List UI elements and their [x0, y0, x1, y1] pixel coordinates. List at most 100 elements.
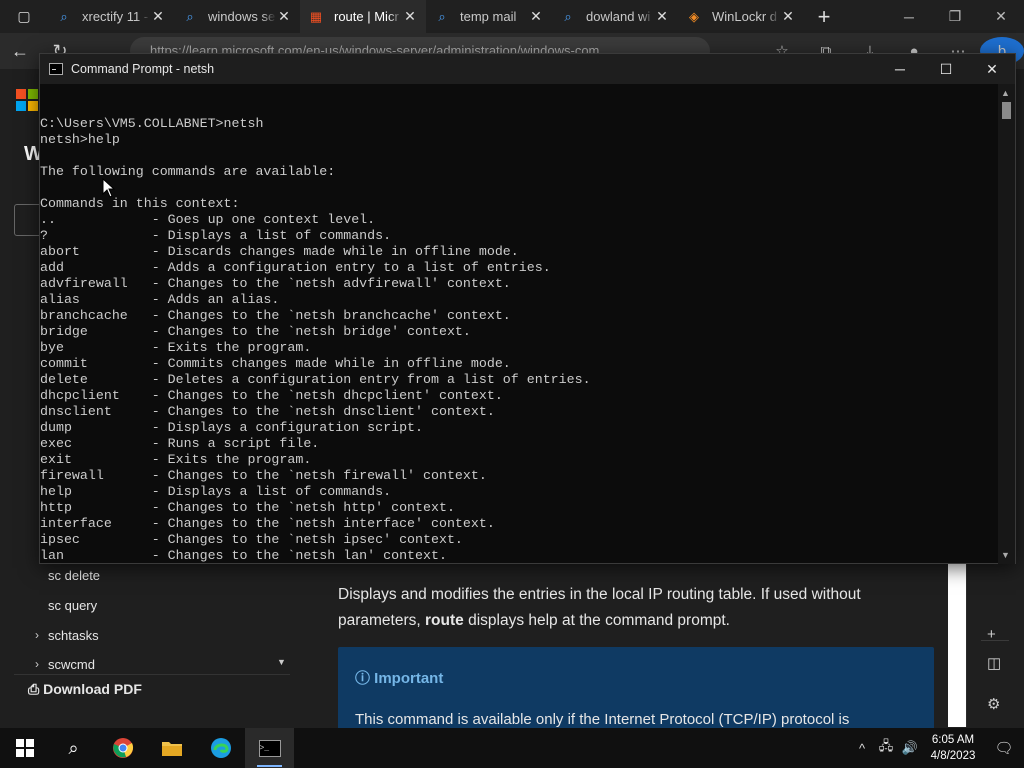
nav-item-sc-query[interactable]: sc query	[48, 598, 97, 613]
console-line: dhcpclient - Changes to the `netsh dhcpc…	[40, 388, 503, 403]
nav-item-sc-delete[interactable]: sc delete	[48, 568, 100, 583]
browser-restore-button[interactable]: ❐	[932, 0, 978, 33]
browser-tab[interactable]: ▦ route | Micr ✕	[300, 0, 426, 33]
console-line: http - Changes to the `netsh http' conte…	[40, 500, 455, 515]
browser-close-button[interactable]: ✕	[978, 0, 1024, 33]
clock-date: 4/8/2023	[930, 750, 976, 762]
important-title-text: Important	[374, 670, 444, 687]
notification-icon[interactable]: 🗨	[984, 739, 1024, 757]
search-icon: ⌕	[564, 8, 572, 24]
cmd-scroll-thumb[interactable]	[1002, 102, 1011, 119]
console-line: advfirewall - Changes to the `netsh advf…	[40, 276, 511, 291]
console-line: branchcache - Changes to the `netsh bran…	[40, 308, 511, 323]
browser-tab[interactable]: ⌕ dowland wi ✕	[552, 0, 678, 33]
browser-tab-label: WinLockr d	[712, 9, 778, 24]
search-icon: ⌕	[438, 8, 446, 24]
filter-box[interactable]	[14, 204, 42, 236]
console-line: dump - Displays a configuration script.	[40, 420, 424, 435]
route-keyword: route	[425, 612, 464, 629]
console-line: delete - Deletes a configuration entry f…	[40, 372, 591, 387]
back-button[interactable]: ←	[0, 41, 40, 62]
chrome-taskbar-button[interactable]	[98, 728, 147, 768]
browser-minimize-button[interactable]: ─	[886, 0, 932, 33]
chrome-icon	[112, 738, 133, 758]
important-title: ⓘ Important	[355, 667, 443, 688]
browser-tab-label: dowland wi	[586, 9, 651, 24]
console-line: bridge - Changes to the `netsh bridge' c…	[40, 324, 471, 339]
browser-window-controls: ─ ❐ ✕	[886, 0, 1024, 33]
browser-tab-label: route | Micr	[334, 9, 399, 24]
tab-close-icon[interactable]: ✕	[276, 8, 292, 25]
command-prompt-window[interactable]: Command Prompt - netsh ─ ☐ ✕ C:\Users\VM…	[39, 53, 1016, 564]
info-icon: ⓘ	[355, 670, 375, 687]
new-tab-button[interactable]: +	[804, 4, 844, 30]
nav-item-schtasks[interactable]: schtasks	[48, 628, 99, 643]
cmd-app-icon	[49, 63, 63, 75]
download-pdf-button[interactable]: ⎙ Download PDF	[14, 674, 290, 704]
important-callout: ⓘ Important This command is available on…	[338, 647, 934, 737]
cmd-close-button[interactable]: ✕	[969, 54, 1015, 84]
cmd-minimize-button[interactable]: ─	[877, 54, 923, 84]
console-line: ipsec - Changes to the `netsh ipsec' con…	[40, 532, 463, 547]
clock[interactable]: 6:05 AM 4/8/2023	[922, 732, 984, 764]
cmd-title: Command Prompt - netsh	[71, 62, 215, 76]
console-line: firewall - Changes to the `netsh firewal…	[40, 468, 487, 483]
volume-icon[interactable]: 🔊	[898, 740, 922, 756]
chevron-right-icon[interactable]: ›	[35, 657, 39, 671]
console-line: help - Displays a list of commands.	[40, 484, 392, 499]
console-output[interactable]: C:\Users\VM5.COLLABNET>netsh netsh>help Th…	[40, 100, 1000, 564]
tab-close-icon[interactable]: ✕	[654, 8, 670, 25]
browser-tab[interactable]: ◈ WinLockr d ✕	[678, 0, 804, 33]
browser-tab[interactable]: ⌕ xrectify 11 - ✕	[48, 0, 174, 33]
settings-gear-icon[interactable]: ⚙	[987, 695, 1000, 713]
file-explorer-taskbar-button[interactable]	[147, 728, 196, 768]
console-line: bye - Exits the program.	[40, 340, 312, 355]
scroll-down-icon[interactable]: ▼	[1001, 550, 1010, 560]
cmd-maximize-button[interactable]: ☐	[923, 54, 969, 84]
microsoft-logo-icon: ▦	[309, 8, 323, 24]
cmd-taskbar-icon: >_	[258, 739, 281, 757]
search-icon: ⌕	[68, 737, 79, 758]
tab-close-icon[interactable]: ✕	[780, 8, 796, 25]
console-line: abort - Discards changes made while in o…	[40, 244, 519, 259]
sidebar-toggle-icon[interactable]: ◫	[987, 654, 1001, 672]
console-line: exit - Exits the program.	[40, 452, 312, 467]
cmd-scrollbar[interactable]: ▲ ▼	[998, 84, 1015, 564]
tab-close-icon[interactable]: ✕	[402, 8, 418, 25]
browser-tab-label: windows se	[208, 9, 276, 24]
console-line: Commands in this context:	[40, 196, 240, 211]
start-button[interactable]	[0, 728, 49, 768]
console-line: exec - Runs a script file.	[40, 436, 320, 451]
browser-tab-bar: ▢ ⌕ xrectify 11 - ✕ ⌕ windows se ✕ ▦ route | Mi…	[0, 0, 1024, 33]
tab-close-icon[interactable]: ✕	[150, 8, 166, 25]
edge-icon	[210, 738, 231, 758]
network-icon[interactable]: 🖧	[874, 737, 898, 759]
console-line: lan - Changes to the `netsh lan' context…	[40, 548, 447, 563]
console-line: add - Adds a configuration entry to a li…	[40, 260, 551, 275]
browser-tab[interactable]: ⌕ temp mail ✕	[426, 0, 552, 33]
nav-scroll-down-icon[interactable]: ▼	[277, 657, 286, 667]
download-pdf-label: Download PDF	[43, 681, 142, 697]
console-line: alias - Adds an alias.	[40, 292, 280, 307]
chevron-right-icon[interactable]: ›	[35, 628, 39, 642]
console-line: C:\Users\VM5.COLLABNET>netsh	[40, 116, 264, 131]
browser-tab-label: xrectify 11 -	[82, 9, 149, 24]
browser-tab[interactable]: ⌕ windows se ✕	[174, 0, 300, 33]
microsoft-logo-icon[interactable]	[16, 89, 38, 111]
sidebar-divider	[981, 640, 1009, 641]
tab-close-icon[interactable]: ✕	[528, 8, 544, 25]
cmd-title-bar[interactable]: Command Prompt - netsh ─ ☐ ✕	[40, 54, 1015, 84]
nav-item-scwcmd[interactable]: scwcmd	[48, 657, 95, 672]
cmd-taskbar-button[interactable]: >_	[245, 728, 294, 768]
search-icon: ⌕	[186, 8, 194, 24]
scroll-up-icon[interactable]: ▲	[1001, 88, 1010, 98]
tab-actions-icon[interactable]: ▢	[0, 0, 48, 33]
search-button[interactable]: ⌕	[49, 728, 98, 768]
folder-icon	[161, 742, 182, 756]
edge-taskbar-button[interactable]	[196, 728, 245, 768]
console-line: ? - Displays a list of commands.	[40, 228, 392, 243]
page-scrollbar[interactable]	[948, 564, 966, 727]
show-hidden-icons-chevron-icon[interactable]: ^	[850, 741, 874, 756]
